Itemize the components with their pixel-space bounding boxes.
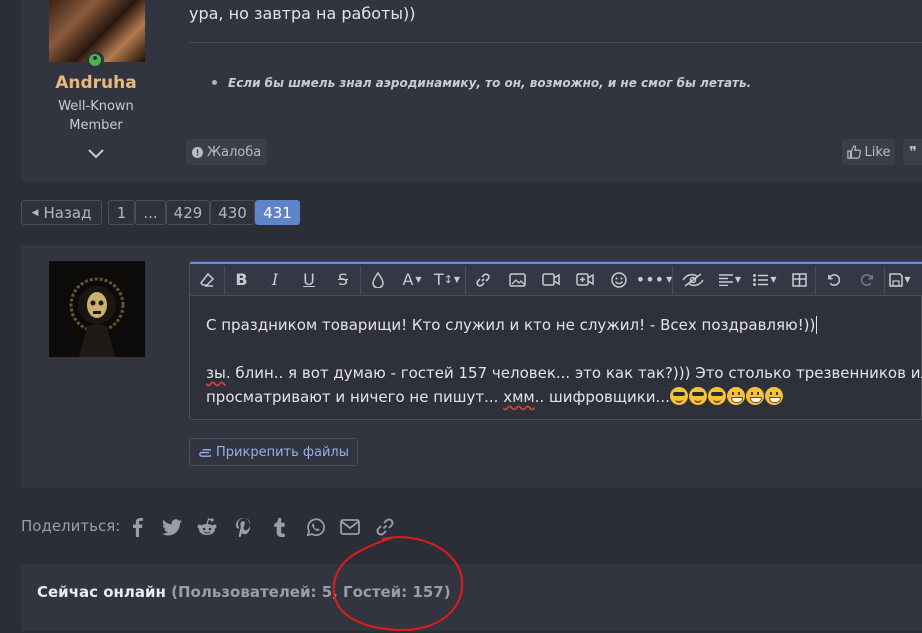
chevron-left-icon: ◀ (31, 207, 39, 218)
editor-blank-line (206, 337, 922, 361)
color-icon[interactable] (361, 264, 395, 296)
pagination-page-current[interactable]: 431 (255, 200, 300, 225)
reddit-icon[interactable] (196, 516, 218, 538)
attach-files-button[interactable]: Прикрепить файлы (189, 438, 358, 466)
editor-toolbar: B I U S A ▼ T ↕ ▼ ••• ▼ ▼ ▼ ▼ (190, 262, 922, 296)
pagination-page-429[interactable]: 429 (166, 200, 210, 225)
undo-icon[interactable] (816, 264, 850, 296)
strikethrough-icon[interactable]: S (326, 264, 360, 296)
video-icon[interactable] (534, 264, 568, 296)
clear-format-icon[interactable] (190, 264, 224, 296)
pagination-ellipsis[interactable]: ... (135, 200, 166, 225)
grin-emoji-icon (745, 387, 764, 405)
tumblr-icon[interactable] (268, 516, 290, 538)
pagination-page-430[interactable]: 430 (210, 200, 255, 225)
signature-bullet (212, 80, 217, 85)
table-icon[interactable] (783, 264, 815, 296)
link-icon[interactable] (466, 264, 500, 296)
alert-icon (192, 146, 203, 158)
image-icon[interactable] (500, 264, 534, 296)
sunglasses-emoji-icon (669, 387, 688, 405)
align-icon[interactable]: ▼ (713, 264, 747, 296)
report-label: Жалоба (207, 144, 262, 160)
editor-line-2: зы. блин.. я вот думаю - гостей 157 чело… (206, 364, 922, 382)
user-title: Well-Known Member (58, 99, 134, 133)
facebook-icon[interactable] (126, 516, 148, 538)
quote-icon: ❞ (909, 143, 918, 161)
avatar[interactable] (49, 261, 145, 357)
italic-icon[interactable]: I (258, 264, 292, 296)
post-message: ура, но завтра на работы)) (189, 4, 416, 23)
report-button[interactable]: Жалоба (186, 139, 268, 165)
more-options-icon[interactable]: ••• ▼ (636, 264, 672, 296)
grin-emoji-icon (726, 387, 745, 405)
thumbs-up-icon (846, 145, 861, 159)
chevron-down-icon[interactable] (86, 144, 106, 162)
red-annotation-circle (332, 536, 464, 632)
editor-line-1: С праздником товарищи! Кто служил и кто … (206, 316, 818, 334)
smiley-icon[interactable] (602, 264, 636, 296)
twitter-icon[interactable] (161, 516, 183, 538)
grin-emoji-icon (764, 387, 783, 405)
sunglasses-emoji-icon (707, 387, 726, 405)
save-draft-icon[interactable]: ▼ (885, 264, 915, 296)
bold-icon[interactable]: B (225, 264, 258, 296)
font-family-icon[interactable]: A ▼ (395, 264, 429, 296)
sunglasses-emoji-icon (688, 387, 707, 405)
font-size-icon[interactable]: T ↕ ▼ (429, 264, 465, 296)
quote-button[interactable]: ❞ (903, 139, 922, 165)
editor-line-3: просматривают и ничего не пишут... хмм..… (206, 385, 922, 409)
pinterest-icon[interactable] (232, 516, 254, 538)
redo-icon[interactable] (850, 264, 884, 296)
editor-content[interactable]: С праздником товарищи! Кто служил и кто … (206, 313, 922, 409)
text-cursor: ​ (816, 316, 818, 334)
skull-avatar-icon (69, 277, 125, 357)
signature-text: Если бы шмель знал аэродинамику, то он, … (228, 76, 752, 90)
signature-divider (189, 42, 922, 43)
pagination-prev-label: Назад (43, 203, 92, 222)
underline-icon[interactable]: U (292, 264, 326, 296)
share-label: Поделиться: (21, 517, 121, 535)
like-label: Like (864, 144, 891, 160)
attach-files-label: Прикрепить файлы (216, 444, 349, 460)
like-button[interactable]: Like (842, 139, 895, 165)
pagination-prev-button[interactable]: ◀ Назад (21, 200, 102, 225)
online-title[interactable]: Сейчас онлайн (37, 583, 166, 601)
media-icon[interactable] (568, 264, 602, 296)
paperclip-icon (199, 448, 211, 457)
online-status-icon (86, 51, 104, 69)
username-link[interactable]: Andruha (21, 73, 171, 93)
pagination-page-1[interactable]: 1 (108, 200, 135, 225)
list-icon[interactable]: ▼ (747, 264, 783, 296)
hide-content-icon[interactable] (673, 264, 713, 296)
